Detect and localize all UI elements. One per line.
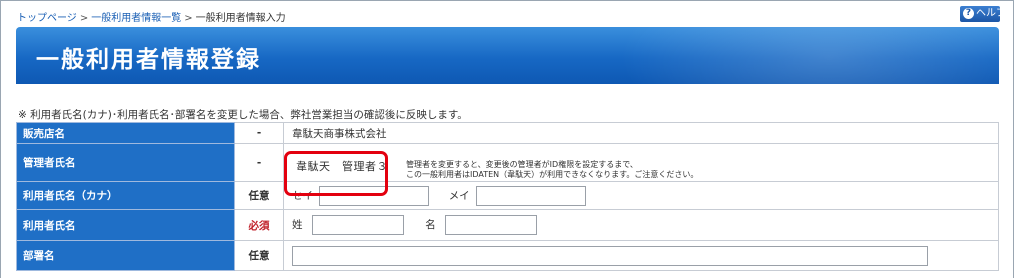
form-row-user-name-kana: 利用者氏名（カナ） 任意 セイ メイ <box>16 181 999 210</box>
manager-name-value: 韋駄天 管理者３ <box>296 160 388 173</box>
breadcrumb-current: 一般利用者情報入力 <box>195 13 286 24</box>
field-label: 利用者氏名 <box>16 209 235 241</box>
sei-kana-input[interactable] <box>319 185 430 206</box>
breadcrumb-separator: > <box>79 13 89 24</box>
requirement-indicator: 任意 <box>234 240 284 271</box>
requirement-indicator: 必須 <box>234 209 284 241</box>
page-title-banner: 一般利用者情報登録 <box>16 27 999 84</box>
requirement-indicator: - <box>234 143 284 182</box>
manager-change-note: 管理者を変更すると、変更後の管理者がID権限を設定するまで、 この一般利用者はI… <box>406 160 698 180</box>
department-cell <box>283 240 999 271</box>
dealer-name-value: 韋駄天商事株式会社 <box>283 122 999 144</box>
breadcrumb: トップページ > 一般利用者情報一覧 > 一般利用者情報入力 <box>17 9 286 24</box>
department-input[interactable] <box>292 245 928 266</box>
sei-label: 姓 <box>292 219 303 231</box>
form-row-department: 部署名 任意 <box>16 240 999 271</box>
help-button[interactable]: ? ヘルプ <box>960 6 1006 22</box>
field-label: 販売店名 <box>16 122 235 144</box>
requirement-indicator: 任意 <box>234 181 284 210</box>
user-name-kana-cell: セイ メイ <box>283 181 999 210</box>
field-label: 管理者氏名 <box>16 143 235 182</box>
page-title: 一般利用者情報登録 <box>36 47 261 73</box>
mei-label: メイ <box>448 189 470 202</box>
user-info-form: 販売店名 - 韋駄天商事株式会社 管理者氏名 - 韋駄天 管理者３ 利用者氏名（… <box>16 122 999 271</box>
user-name-cell: 姓 名 <box>283 209 999 241</box>
sei-label: セイ <box>292 189 313 202</box>
breadcrumb-link-top[interactable]: トップページ <box>17 13 77 24</box>
mei-kana-input[interactable] <box>476 185 587 206</box>
breadcrumb-link-user-list[interactable]: 一般利用者情報一覧 <box>91 13 181 24</box>
change-notice: ※ 利用者氏名(カナ)･利用者氏名･部署名を変更した場合、弊社営業担当の確認後に… <box>18 109 468 121</box>
field-label: 利用者氏名（カナ） <box>16 181 235 210</box>
question-icon: ? <box>963 8 974 19</box>
manager-note-line: 管理者を変更すると、変更後の管理者がID権限を設定するまで、 <box>406 160 638 169</box>
first-name-input[interactable] <box>445 215 538 235</box>
mei-label: 名 <box>425 219 436 231</box>
last-name-input[interactable] <box>311 215 404 235</box>
requirement-indicator: - <box>234 122 284 144</box>
form-row-dealer-name: 販売店名 - 韋駄天商事株式会社 <box>16 122 999 144</box>
manager-note-line: この一般利用者はIDATEN（韋駄天）が利用できなくなります。ご注意ください。 <box>406 170 699 179</box>
breadcrumb-separator: > <box>184 13 193 24</box>
form-row-user-name: 利用者氏名 必須 姓 名 <box>16 209 999 241</box>
field-label: 部署名 <box>16 240 235 271</box>
help-button-label: ヘルプ <box>976 8 1006 19</box>
